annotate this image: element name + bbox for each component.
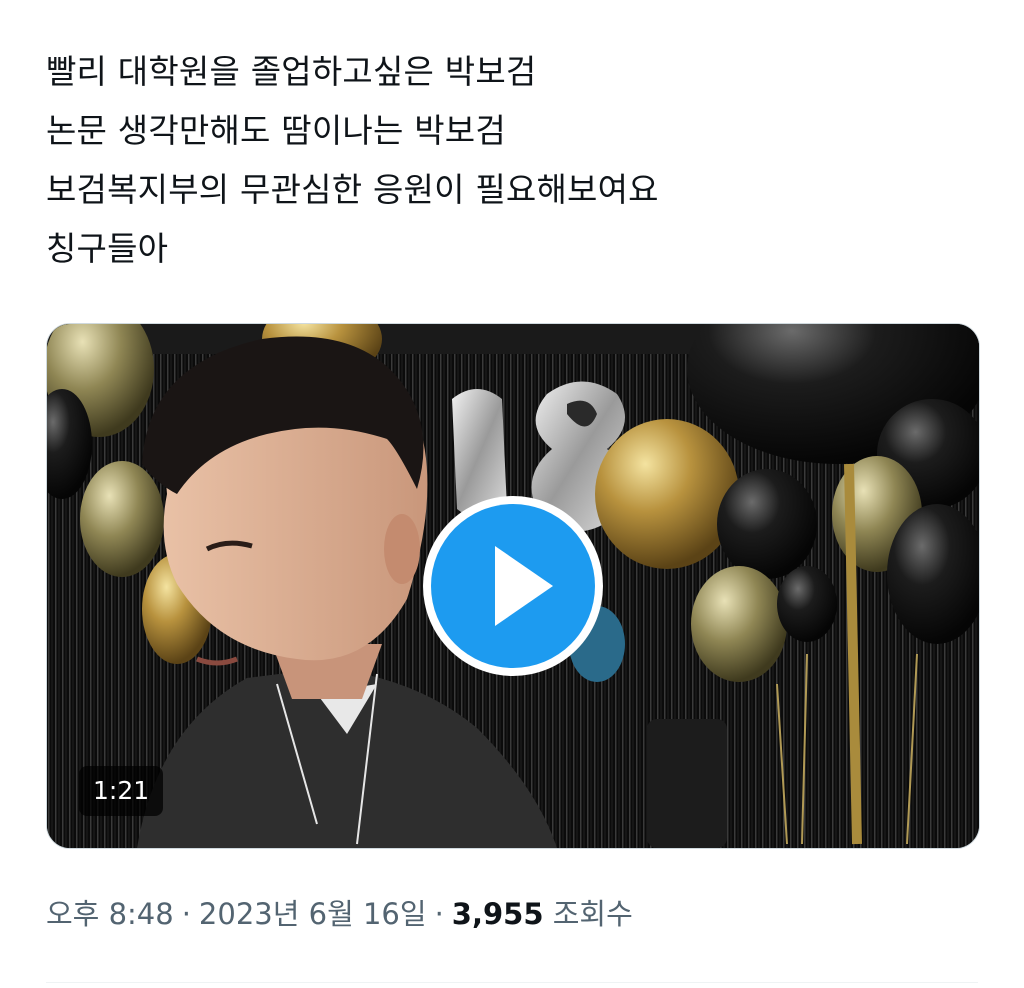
tweet-text: 빨리 대학원을 졸업하고싶은 박보검 논문 생각만해도 땀이나는 박보검 보검복…	[46, 42, 986, 278]
tweet-date[interactable]: 2023년 6월 16일	[199, 897, 427, 931]
tweet-meta: 오후 8:48 · 2023년 6월 16일 · 3,955 조회수	[46, 892, 633, 936]
video-player[interactable]: 1:21	[46, 323, 980, 849]
tweet-line: 논문 생각만해도 땀이나는 박보검	[46, 111, 506, 150]
tweet-line: 칭구들아	[46, 229, 169, 268]
meta-separator: ·	[181, 897, 191, 931]
video-duration-badge: 1:21	[79, 766, 164, 816]
divider	[46, 982, 978, 983]
view-count: 3,955	[451, 897, 544, 931]
tweet-line: 빨리 대학원을 졸업하고싶은 박보검	[46, 52, 537, 91]
play-button[interactable]	[423, 496, 603, 676]
tweet-time[interactable]: 오후 8:48	[46, 897, 174, 931]
tweet-line: 보검복지부의 무관심한 응원이 필요해보여요	[46, 170, 659, 209]
view-count-label: 조회수	[552, 897, 633, 931]
play-icon	[495, 546, 553, 626]
meta-separator: ·	[434, 897, 444, 931]
play-button-fill	[431, 504, 595, 668]
